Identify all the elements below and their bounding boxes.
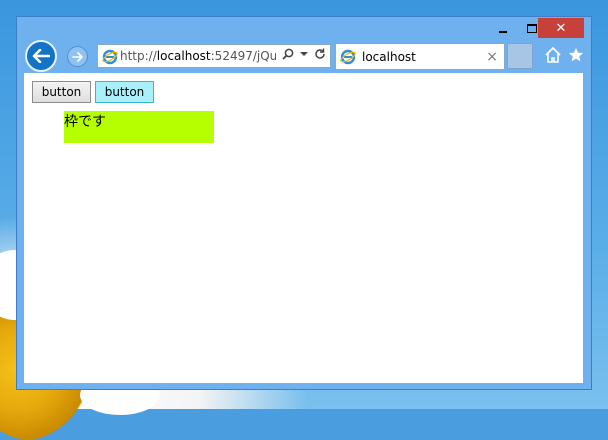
navigation-bar: http://localhost:52497/jQu localhost × bbox=[17, 39, 591, 73]
address-icons bbox=[282, 48, 326, 60]
address-bar[interactable]: http://localhost:52497/jQu bbox=[97, 44, 331, 68]
home-icon[interactable] bbox=[545, 47, 561, 63]
back-button[interactable] bbox=[25, 40, 57, 72]
address-text: http://localhost:52497/jQu bbox=[120, 49, 276, 63]
title-bar: ✕ bbox=[17, 17, 591, 41]
forward-arrow-icon bbox=[71, 51, 83, 62]
refresh-icon[interactable] bbox=[314, 48, 326, 60]
address-path: :52497/jQu bbox=[210, 49, 276, 63]
maximize-icon bbox=[527, 23, 537, 33]
dropdown-icon[interactable] bbox=[300, 51, 308, 57]
close-icon: ✕ bbox=[555, 20, 567, 36]
back-arrow-icon bbox=[32, 49, 50, 63]
address-scheme: http:// bbox=[120, 49, 157, 63]
tab-label: localhost bbox=[362, 49, 416, 64]
tab-localhost[interactable]: localhost × bbox=[335, 43, 505, 69]
tab-close-icon[interactable]: × bbox=[486, 49, 498, 65]
ie-logo-icon bbox=[102, 49, 118, 65]
close-window-button[interactable]: ✕ bbox=[538, 18, 584, 38]
minimize-icon bbox=[499, 31, 507, 33]
tab-ie-icon bbox=[340, 49, 356, 65]
browser-window: ✕ http://localhost:52497/jQu localhost ×… bbox=[16, 16, 592, 390]
forward-button[interactable] bbox=[67, 46, 88, 67]
frame-box: 枠です bbox=[64, 111, 214, 143]
new-tab-button[interactable] bbox=[507, 43, 533, 69]
page-content: button button 枠です bbox=[24, 73, 583, 383]
minimize-button[interactable] bbox=[489, 18, 517, 38]
button-2[interactable]: button bbox=[95, 81, 154, 103]
search-icon[interactable] bbox=[282, 48, 294, 60]
address-host: localhost bbox=[156, 49, 211, 63]
favorites-star-icon[interactable] bbox=[568, 47, 584, 63]
button-1[interactable]: button bbox=[32, 81, 91, 103]
